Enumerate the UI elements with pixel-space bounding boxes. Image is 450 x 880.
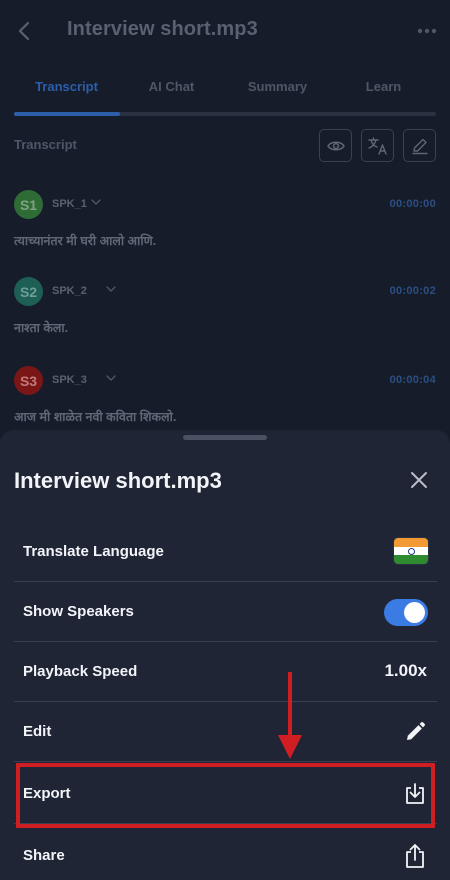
edit-transcript-button[interactable] (403, 129, 436, 162)
tab-summary[interactable]: Summary (225, 72, 330, 102)
share-row[interactable]: Share (14, 826, 437, 880)
pencil-icon (407, 722, 425, 740)
transcript-segment: S2 SPK_2 00:00:02 नाश्ता केला. (14, 277, 436, 337)
share-icon (406, 844, 424, 868)
playback-speed-label: Playback Speed (23, 663, 138, 680)
sheet-drag-handle[interactable] (183, 435, 267, 440)
share-label: Share (23, 847, 65, 864)
translate-button[interactable] (361, 129, 394, 162)
transcript-segment: S1 SPK_1 00:00:00 त्याच्यानंतर मी घरी आल… (14, 190, 436, 250)
download-icon (406, 783, 424, 804)
show-speakers-label: Show Speakers (23, 603, 134, 620)
chevron-left-icon (18, 21, 30, 41)
show-speakers-row: Show Speakers (14, 582, 437, 642)
transcript-section-label: Transcript (14, 137, 77, 152)
eye-icon (326, 141, 345, 150)
top-bar: Interview short.mp3 (0, 0, 450, 62)
more-button[interactable] (416, 20, 438, 42)
sheet-title: Interview short.mp3 (14, 468, 222, 493)
india-flag-icon[interactable] (394, 538, 428, 564)
translate-language-row[interactable]: Translate Language (14, 522, 437, 582)
speaker-name[interactable]: SPK_2 (52, 285, 87, 297)
playback-speed-row[interactable]: Playback Speed 1.00x (14, 642, 437, 702)
edit-label: Edit (23, 723, 52, 740)
share-button[interactable] (403, 844, 427, 868)
playback-speed-value[interactable]: 1.00x (384, 661, 427, 681)
pencil-icon (411, 138, 428, 154)
avatar[interactable]: S3 (14, 366, 43, 395)
tab-transcript[interactable]: Transcript (14, 72, 119, 102)
tab-indicator (14, 112, 120, 116)
segment-timestamp[interactable]: 00:00:02 (390, 285, 436, 297)
page-title: Interview short.mp3 (67, 18, 258, 40)
annotation-arrow-head (278, 735, 302, 759)
avatar[interactable]: S2 (14, 277, 43, 306)
close-sheet-button[interactable] (408, 469, 430, 491)
translate-icon (367, 136, 387, 155)
tab-ai-chat[interactable]: AI Chat (119, 72, 224, 102)
speaker-name[interactable]: SPK_3 (52, 374, 87, 386)
chevron-down-icon[interactable] (105, 372, 117, 384)
export-label: Export (23, 785, 71, 802)
tab-learn[interactable]: Learn (331, 72, 436, 102)
options-bottom-sheet: Interview short.mp3 Translate Language S… (0, 430, 450, 880)
show-speakers-toggle[interactable] (384, 599, 428, 626)
back-button[interactable] (12, 16, 36, 46)
tab-bar: Transcript AI Chat Summary Learn (14, 72, 436, 118)
chevron-down-icon[interactable] (90, 196, 102, 208)
export-button[interactable] (403, 782, 427, 806)
avatar[interactable]: S1 (14, 190, 43, 219)
export-row[interactable]: Export (14, 764, 437, 824)
edit-row[interactable]: Edit (14, 702, 437, 762)
toggle-knob (404, 602, 425, 623)
segment-text: आज मी शाळेत नवी कविता शिकलो. (14, 410, 177, 424)
annotation-arrow-line (288, 672, 292, 738)
chevron-down-icon[interactable] (105, 283, 117, 295)
close-icon (411, 472, 427, 488)
speaker-name[interactable]: SPK_1 (52, 198, 87, 210)
translate-language-label: Translate Language (23, 543, 164, 560)
toggle-visibility-button[interactable] (319, 129, 352, 162)
edit-button[interactable] (403, 720, 427, 744)
segment-timestamp[interactable]: 00:00:04 (390, 374, 436, 386)
transcript-segment: S3 SPK_3 00:00:04 आज मी शाळेत नवी कविता … (14, 366, 436, 426)
segment-timestamp[interactable]: 00:00:00 (390, 198, 436, 210)
more-dots-icon (417, 28, 437, 34)
segment-text: त्याच्यानंतर मी घरी आलो आणि. (14, 234, 157, 248)
segment-text: नाश्ता केला. (14, 321, 69, 335)
